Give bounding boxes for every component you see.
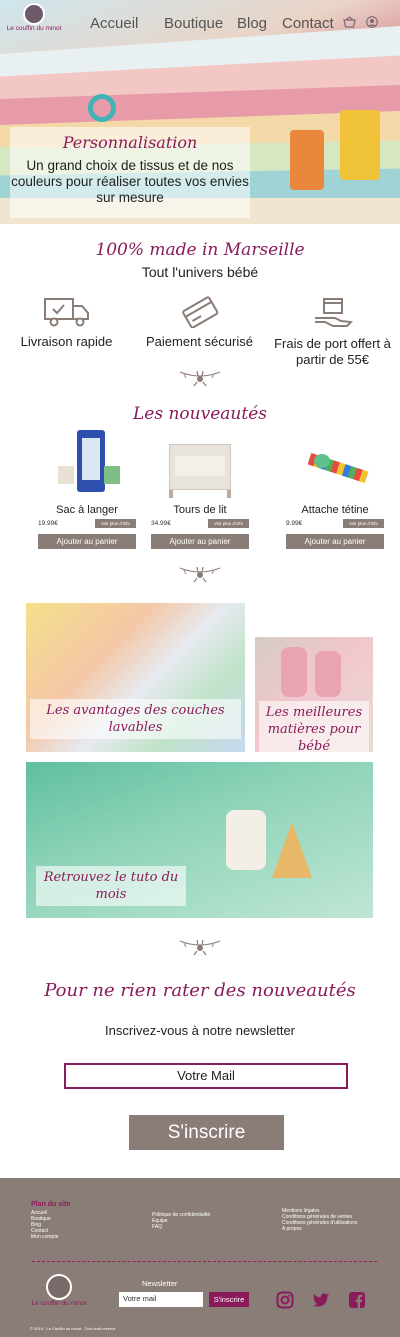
- footer-column-2: Politique de confidentialité Equipe FAQ: [152, 1212, 210, 1230]
- feature-label: Paiement sécurisé: [146, 334, 253, 349]
- product-price: 9.99€: [286, 520, 303, 527]
- site-logo[interactable]: Le couffin du minot: [6, 3, 62, 43]
- credit-card-icon: [181, 296, 218, 328]
- intro-subtitle: Tout l'univers bébé: [141, 264, 259, 280]
- email-input[interactable]: Votre Mail: [64, 1063, 348, 1089]
- footer: Plan du site Accueil Boutique Blog Conta…: [0, 1178, 400, 1337]
- footer-subscribe-button[interactable]: S'inscrire: [209, 1292, 249, 1307]
- logo-text: Le couffin du minot: [6, 25, 62, 32]
- more-info-button[interactable]: Voir plus d'info: [342, 519, 384, 528]
- hero-text: Un grand choix de tissus et de nos coule…: [11, 158, 249, 205]
- newsletter-title: Pour ne rien rater des nouveautés: [44, 980, 356, 1001]
- hero-caption: Personnalisation Un grand choix de tissu…: [10, 127, 250, 218]
- copyright: © 2019 - Le Couffin du minot - Tout droi…: [30, 1326, 116, 1331]
- bunny-garland-icon: [179, 566, 221, 583]
- thread-spool-image: [290, 130, 324, 190]
- add-to-cart-button[interactable]: Ajouter au panier: [286, 534, 384, 549]
- add-to-cart-button[interactable]: Ajouter au panier: [151, 534, 249, 549]
- twitter-icon[interactable]: [312, 1291, 330, 1309]
- blog-tile-materials[interactable]: Les meilleures matières pour bébé: [255, 637, 373, 752]
- instagram-icon[interactable]: [276, 1291, 294, 1309]
- feature-label: Livraison rapide: [20, 334, 113, 349]
- blog-tile-cloth-diapers[interactable]: Les avantages des couches lavables: [26, 603, 245, 752]
- product-image-bed-bumper[interactable]: [165, 426, 235, 498]
- hero-title: Personnalisation: [62, 133, 198, 152]
- footer-newsletter-label: Newsletter: [142, 1279, 178, 1288]
- product-image-changing-bag[interactable]: [52, 426, 122, 498]
- truck-icon: [43, 298, 89, 327]
- product-image-pacifier-clip[interactable]: [300, 426, 370, 498]
- add-to-cart-button[interactable]: Ajouter au panier: [38, 534, 136, 549]
- tile-caption[interactable]: Retrouvez le tuto du mois: [36, 866, 186, 906]
- product-name[interactable]: Sac à langer: [32, 504, 142, 516]
- more-info-button[interactable]: Voir plus d'info: [94, 519, 136, 528]
- bunny-garland-icon: [179, 370, 221, 387]
- nav-link-accueil[interactable]: Accueil: [90, 15, 138, 32]
- feature-delivery: Livraison rapide: [0, 296, 133, 350]
- footer-link[interactable]: A propos: [282, 1226, 357, 1232]
- product-price: 19.99€: [38, 520, 58, 527]
- product-card[interactable]: Tours de lit 34.99€ Voir plus d'info Ajo…: [145, 426, 255, 549]
- nav-link-boutique[interactable]: Boutique: [164, 15, 223, 32]
- blog-tile-tutorial[interactable]: Retrouvez le tuto du mois: [26, 762, 373, 918]
- basket-icon[interactable]: [343, 16, 356, 31]
- scissors-image: [88, 94, 116, 122]
- product-price: 34.99€: [151, 520, 171, 527]
- footer-sitemap: Plan du site Accueil Boutique Blog Conta…: [31, 1201, 71, 1240]
- thread-spool-image: [340, 110, 380, 180]
- made-in-marseille: 100% made in Marseille: [95, 240, 305, 260]
- top-nav: Le couffin du minot Accueil Boutique Blo…: [0, 0, 400, 46]
- new-section-title: Les nouveautés: [133, 404, 267, 424]
- newsletter-subtitle: Inscrivez-vous à notre newsletter: [104, 1023, 296, 1038]
- footer-logo[interactable]: Le couffin du minot: [28, 1274, 90, 1307]
- tile-caption[interactable]: Les meilleures matières pour bébé: [259, 701, 369, 752]
- footer-email-input[interactable]: Votre mail: [119, 1292, 203, 1307]
- tile-caption[interactable]: Les avantages des couches lavables: [30, 699, 241, 739]
- footer-link[interactable]: Mon compte: [31, 1234, 70, 1240]
- hero-banner: Le couffin du minot Accueil Boutique Blo…: [0, 0, 400, 224]
- bunny-garland-icon: [179, 939, 221, 956]
- user-icon[interactable]: [366, 16, 378, 31]
- nav-link-contact[interactable]: Contact: [282, 15, 334, 32]
- product-name[interactable]: Tours de lit: [145, 504, 255, 516]
- product-name[interactable]: Attache tétine: [280, 504, 390, 516]
- footer-divider: [32, 1261, 377, 1262]
- box-hand-icon: [314, 298, 353, 327]
- facebook-icon[interactable]: [348, 1291, 366, 1309]
- product-card[interactable]: Attache tétine 9.99€ Voir plus d'info Aj…: [280, 426, 390, 549]
- nav-link-blog[interactable]: Blog: [237, 15, 267, 32]
- more-info-button[interactable]: Voir plus d'info: [207, 519, 249, 528]
- footer-logo-text: Le couffin du minot: [31, 1300, 87, 1307]
- footer-link[interactable]: FAQ: [152, 1224, 210, 1230]
- footer-heading: Plan du site: [31, 1201, 71, 1208]
- product-card[interactable]: Sac à langer 19.99€ Voir plus d'info Ajo…: [32, 426, 142, 549]
- feature-payment: Paiement sécurisé: [133, 296, 266, 350]
- footer-column-3: Mentions légales Conditions générales de…: [282, 1208, 357, 1232]
- feature-shipping: Frais de port offert à partir de 55€: [266, 296, 399, 368]
- subscribe-button[interactable]: S'inscrire: [129, 1115, 284, 1150]
- feature-label: Frais de port offert à partir de 55€: [274, 336, 391, 367]
